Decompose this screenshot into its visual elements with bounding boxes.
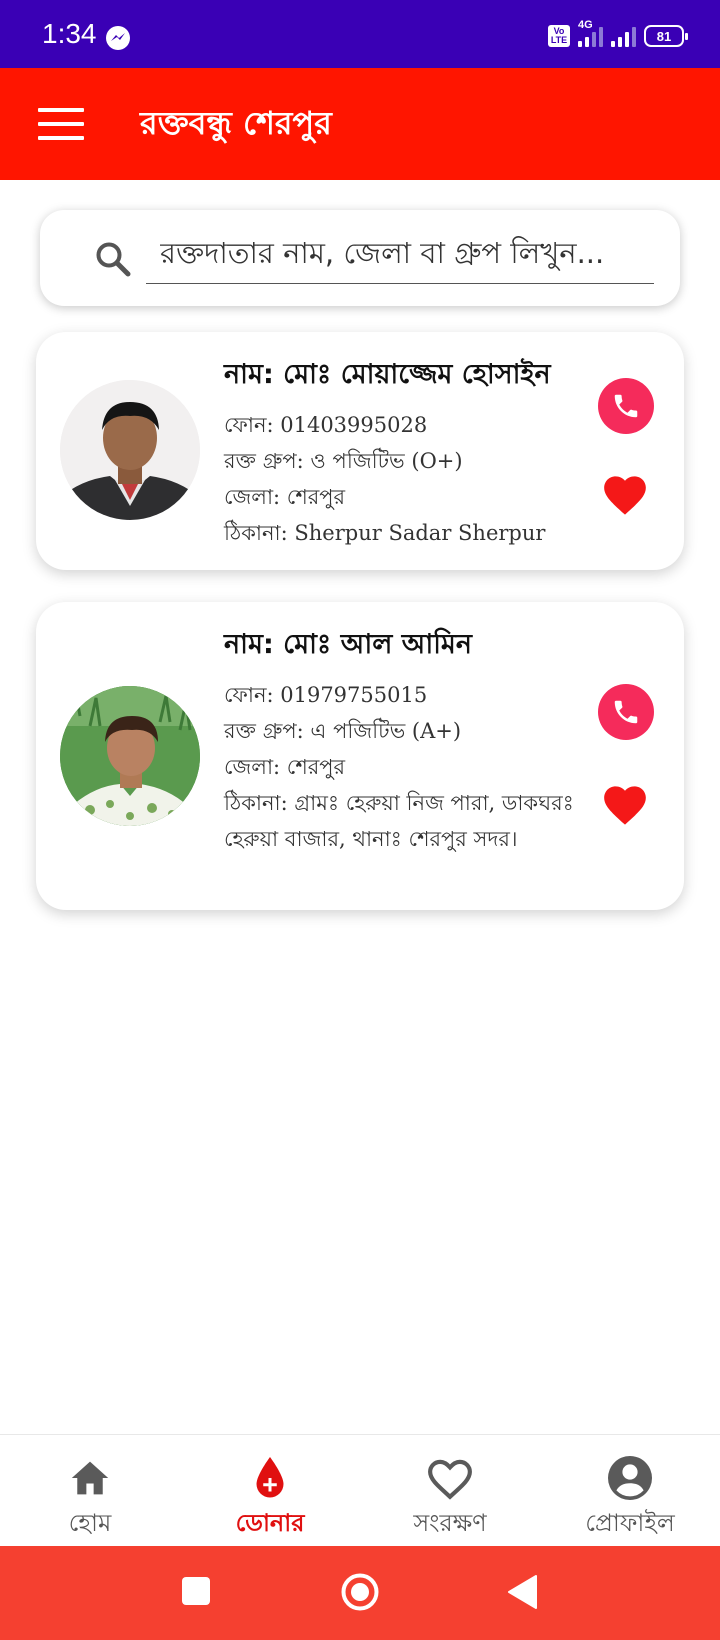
volte-icon: Vo LTE <box>548 25 570 47</box>
heart-icon <box>604 476 646 515</box>
call-button[interactable] <box>598 684 654 740</box>
menu-icon[interactable] <box>38 108 84 142</box>
home-system-button[interactable] <box>340 1572 380 1616</box>
search-icon <box>94 240 132 282</box>
nav-profile[interactable]: প্রোফাইল <box>540 1453 720 1545</box>
network-type: 4G <box>578 19 593 31</box>
search-box <box>40 210 680 306</box>
nav-label: ডোনার <box>235 1509 305 1537</box>
status-bar: 1:34 Vo LTE 4G 81 <box>0 0 720 68</box>
favorite-button[interactable] <box>600 780 650 826</box>
search-input[interactable] <box>146 230 654 284</box>
nav-label: সংরক্ষণ <box>413 1509 487 1537</box>
donor-district: জেলা: শেরপুর <box>224 755 346 779</box>
donor-phone: ফোন: 01403995028 <box>224 413 428 437</box>
donor-phone: ফোন: 01979755015 <box>224 683 428 707</box>
home-icon <box>71 1461 109 1495</box>
heart-outline-icon <box>428 1459 472 1500</box>
nav-saved[interactable]: সংরক্ষণ <box>360 1453 540 1545</box>
signal-icon-2 <box>611 25 636 47</box>
battery-icon: 81 <box>644 25 688 47</box>
system-nav-bar <box>0 1546 720 1640</box>
bottom-nav: হোম ডোনার সংরক্ষণ প্রোফাইল <box>0 1434 720 1546</box>
nav-donor[interactable]: ডোনার <box>180 1453 360 1545</box>
phone-icon <box>614 700 638 724</box>
avatar <box>60 686 200 826</box>
app-title: রক্তবন্ধু শেরপুর <box>140 104 332 142</box>
signal-icon: 4G <box>578 19 603 47</box>
donor-address: ঠিকানা: Sherpur Sadar Sherpur <box>224 521 546 545</box>
donor-district: জেলা: শেরপুর <box>224 485 346 509</box>
phone-icon <box>614 394 638 418</box>
donor-card[interactable]: নাম: মোঃ আল আমিন ফোন: 01979755015 রক্ত গ… <box>36 602 684 910</box>
app-bar: রক্তবন্ধু শেরপুর <box>0 68 720 180</box>
donor-blood-group: রক্ত গ্রুপ: ও পজিটিভ (O+) <box>224 449 463 473</box>
call-button[interactable] <box>598 378 654 434</box>
donor-name: নাম: মোঃ আল আমিন <box>224 629 473 660</box>
square-icon <box>182 1577 210 1605</box>
donor-name: নাম: মোঃ মোয়াজ্জেম হোসাইন <box>224 359 551 390</box>
messenger-icon <box>106 26 130 50</box>
avatar <box>60 380 200 520</box>
heart-icon <box>604 786 646 825</box>
nav-home[interactable]: হোম <box>0 1453 180 1545</box>
back-button[interactable] <box>506 1574 538 1614</box>
nav-label: প্রোফাইল <box>585 1509 675 1537</box>
blood-drop-icon <box>256 1457 284 1498</box>
donor-blood-group: রক্ত গ্রুপ: এ পজিটিভ (A+) <box>224 719 462 743</box>
donor-list: নাম: মোঃ মোয়াজ্জেম হোসাইন ফোন: 01403995… <box>22 320 698 926</box>
circle-icon <box>341 1573 379 1611</box>
account-circle-icon <box>608 1456 652 1500</box>
donor-info: নাম: মোঃ আল আমিন ফোন: 01979755015 রক্ত গ… <box>224 624 584 857</box>
donor-address: ঠিকানা: গ্রামঃ হেরুয়া নিজ পারা, ডাকঘরঃ … <box>224 791 574 851</box>
nav-label: হোম <box>68 1509 112 1537</box>
donor-card[interactable]: নাম: মোঃ মোয়াজ্জেম হোসাইন ফোন: 01403995… <box>36 332 684 570</box>
back-triangle-icon <box>508 1575 537 1609</box>
favorite-button[interactable] <box>600 470 650 516</box>
status-time: 1:34 <box>42 18 97 49</box>
status-icons: Vo LTE 4G 81 <box>548 19 688 50</box>
donor-info: নাম: মোঃ মোয়াজ্জেম হোসাইন ফোন: 01403995… <box>224 354 584 551</box>
recents-button[interactable] <box>181 1576 211 1610</box>
